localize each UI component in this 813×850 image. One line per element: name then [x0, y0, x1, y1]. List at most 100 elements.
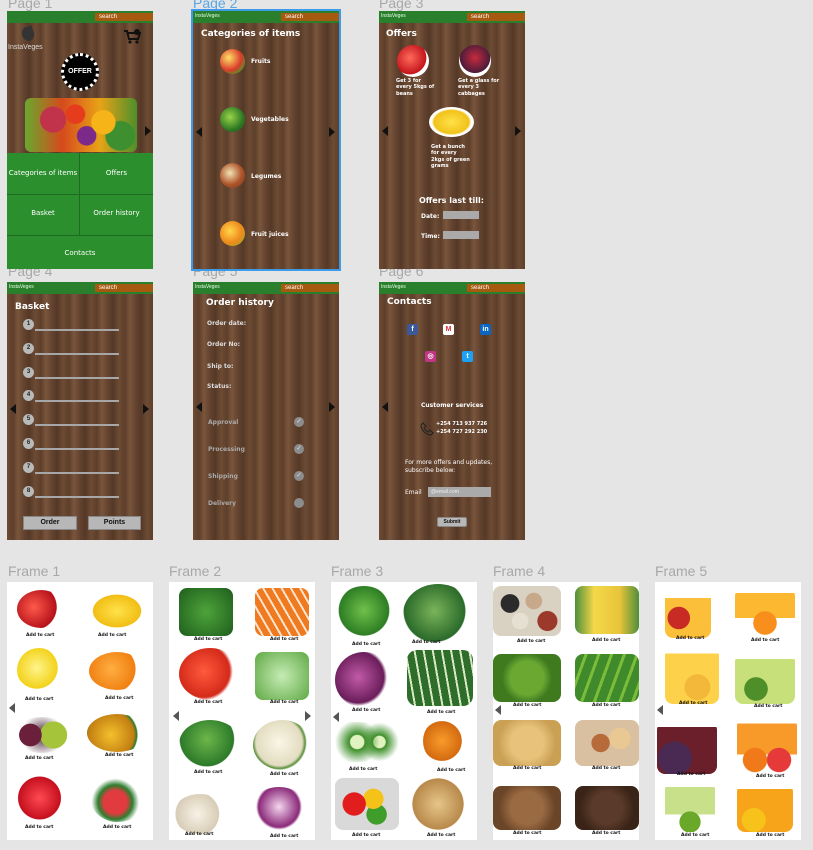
instagram-icon[interactable]: ◎ — [425, 351, 436, 362]
basket-line[interactable] — [35, 353, 119, 355]
add-to-cart-button[interactable]: Add to cart — [751, 638, 779, 643]
frame1-fruits[interactable]: Add to cart Add to cart Add to cart Add … — [7, 582, 153, 840]
next-arrow-icon[interactable] — [329, 402, 335, 412]
add-to-cart-button[interactable]: Add to cart — [676, 636, 704, 641]
delivery-status-icon[interactable] — [294, 498, 304, 508]
add-to-cart-button[interactable]: Add to cart — [349, 767, 377, 772]
next-arrow-icon[interactable] — [515, 126, 521, 136]
prev-arrow-icon[interactable] — [196, 127, 202, 137]
gmail-icon[interactable]: M — [443, 324, 454, 335]
add-to-cart-button[interactable]: Add to cart — [513, 703, 541, 708]
approval-check-icon[interactable]: ✓ — [294, 417, 304, 427]
add-to-cart-button[interactable]: Add to cart — [105, 696, 133, 701]
prev-arrow-icon[interactable] — [333, 712, 339, 722]
order-button[interactable]: Order — [23, 516, 77, 530]
add-to-cart-button[interactable]: Add to cart — [592, 831, 620, 836]
frame4-legumes[interactable]: Add to cart Add to cart Add to cart Add … — [493, 582, 639, 840]
vegetables-image[interactable] — [220, 107, 245, 132]
points-button[interactable]: Points — [88, 516, 141, 530]
add-to-cart-button[interactable]: Add to cart — [412, 640, 440, 645]
add-to-cart-button[interactable]: Add to cart — [98, 633, 126, 638]
category-vegetables[interactable]: Vegetables — [251, 116, 289, 124]
submit-button[interactable]: Submit — [437, 517, 467, 527]
page3-frame[interactable]: InstaVeges search Offers Get 3 for every… — [379, 11, 525, 269]
add-to-cart-button[interactable]: Add to cart — [194, 637, 222, 642]
page6-frame[interactable]: InstaVeges search Contacts f M in ◎ t Cu… — [379, 282, 525, 540]
add-to-cart-button[interactable]: Add to cart — [194, 700, 222, 705]
juices-image[interactable] — [220, 221, 245, 246]
add-to-cart-button[interactable]: Add to cart — [352, 708, 380, 713]
phone-number-2[interactable]: +254 727 292 230 — [436, 429, 487, 435]
add-to-cart-button[interactable]: Add to cart — [754, 704, 782, 709]
facebook-icon[interactable]: f — [407, 324, 418, 335]
linkedin-icon[interactable]: in — [480, 324, 491, 335]
page1-frame[interactable]: search InstaVeges OFFER Categories of it… — [7, 11, 153, 269]
menu-offers[interactable]: Offers — [80, 169, 153, 177]
add-to-cart-button[interactable]: Add to cart — [437, 768, 465, 773]
menu-basket[interactable]: Basket — [7, 209, 79, 217]
basket-line[interactable] — [35, 400, 119, 402]
email-input[interactable]: @email.com — [428, 487, 491, 497]
prev-arrow-icon[interactable] — [382, 126, 388, 136]
add-to-cart-button[interactable]: Add to cart — [105, 753, 133, 758]
add-to-cart-button[interactable]: Add to cart — [592, 638, 620, 643]
category-fruit-juices[interactable]: Fruit juices — [251, 231, 289, 239]
category-legumes[interactable]: Legumes — [251, 173, 281, 181]
twitter-icon[interactable]: t — [462, 351, 473, 362]
add-to-cart-button[interactable]: Add to cart — [517, 639, 545, 644]
add-to-cart-button[interactable]: Add to cart — [681, 833, 709, 838]
frame3-vegetables[interactable]: Add to cart Add to cart Add to cart Add … — [331, 582, 477, 840]
processing-check-icon[interactable]: ✓ — [294, 444, 304, 454]
add-to-cart-button[interactable]: Add to cart — [194, 770, 222, 775]
add-to-cart-button[interactable]: Add to cart — [513, 766, 541, 771]
page5-frame[interactable]: InstaVeges search Order history Order da… — [193, 282, 339, 540]
add-to-cart-button[interactable]: Add to cart — [679, 701, 707, 706]
phone-number-1[interactable]: +254 713 937 726 — [436, 421, 487, 427]
cart-icon[interactable] — [123, 29, 142, 45]
next-arrow-icon[interactable] — [305, 711, 311, 721]
offer-badge-icon[interactable]: OFFER — [61, 53, 99, 91]
add-to-cart-button[interactable]: Add to cart — [592, 766, 620, 771]
search-bar[interactable]: search — [467, 284, 525, 292]
add-to-cart-button[interactable]: Add to cart — [270, 834, 298, 839]
add-to-cart-button[interactable]: Add to cart — [352, 833, 380, 838]
add-to-cart-button[interactable]: Add to cart — [25, 756, 53, 761]
legumes-image[interactable] — [220, 163, 245, 188]
prev-arrow-icon[interactable] — [10, 404, 16, 414]
page2-frame[interactable]: InstaVeges search Categories of items Fr… — [191, 9, 341, 271]
add-to-cart-button[interactable]: Add to cart — [26, 633, 54, 638]
date-field[interactable] — [443, 211, 479, 219]
next-arrow-icon[interactable] — [143, 404, 149, 414]
prev-arrow-icon[interactable] — [9, 703, 15, 713]
basket-line[interactable] — [35, 472, 119, 474]
add-to-cart-button[interactable]: Add to cart — [352, 642, 380, 647]
search-bar[interactable]: search — [281, 13, 339, 21]
category-fruits[interactable]: Fruits — [251, 58, 270, 66]
basket-line[interactable] — [35, 448, 119, 450]
basket-line[interactable] — [35, 424, 119, 426]
next-arrow-icon[interactable] — [329, 127, 335, 137]
add-to-cart-button[interactable]: Add to cart — [756, 774, 784, 779]
add-to-cart-button[interactable]: Add to cart — [103, 825, 131, 830]
page4-frame[interactable]: InstaVeges search Basket 1 2 3 4 5 6 7 8… — [7, 282, 153, 540]
search-bar[interactable]: search — [95, 13, 153, 21]
add-to-cart-button[interactable]: Add to cart — [427, 710, 455, 715]
basket-line[interactable] — [35, 377, 119, 379]
add-to-cart-button[interactable]: Add to cart — [427, 833, 455, 838]
search-bar[interactable]: search — [95, 284, 153, 292]
prev-arrow-icon[interactable] — [382, 402, 388, 412]
frame5-juices[interactable]: Add to cart Add to cart Add to cart Add … — [655, 582, 801, 840]
menu-categories[interactable]: Categories of items — [7, 169, 79, 177]
time-field[interactable] — [443, 231, 479, 239]
basket-line[interactable] — [35, 329, 119, 331]
prev-arrow-icon[interactable] — [173, 711, 179, 721]
add-to-cart-button[interactable]: Add to cart — [677, 772, 705, 777]
next-arrow-icon[interactable] — [145, 126, 151, 136]
add-to-cart-button[interactable]: Add to cart — [270, 637, 298, 642]
add-to-cart-button[interactable]: Add to cart — [756, 833, 784, 838]
prev-arrow-icon[interactable] — [657, 705, 663, 715]
search-bar[interactable]: search — [281, 284, 339, 292]
add-to-cart-button[interactable]: Add to cart — [25, 697, 53, 702]
frame2-vegetables[interactable]: Add to cart Add to cart Add to cart Add … — [169, 582, 315, 840]
fruits-image[interactable] — [220, 49, 245, 74]
